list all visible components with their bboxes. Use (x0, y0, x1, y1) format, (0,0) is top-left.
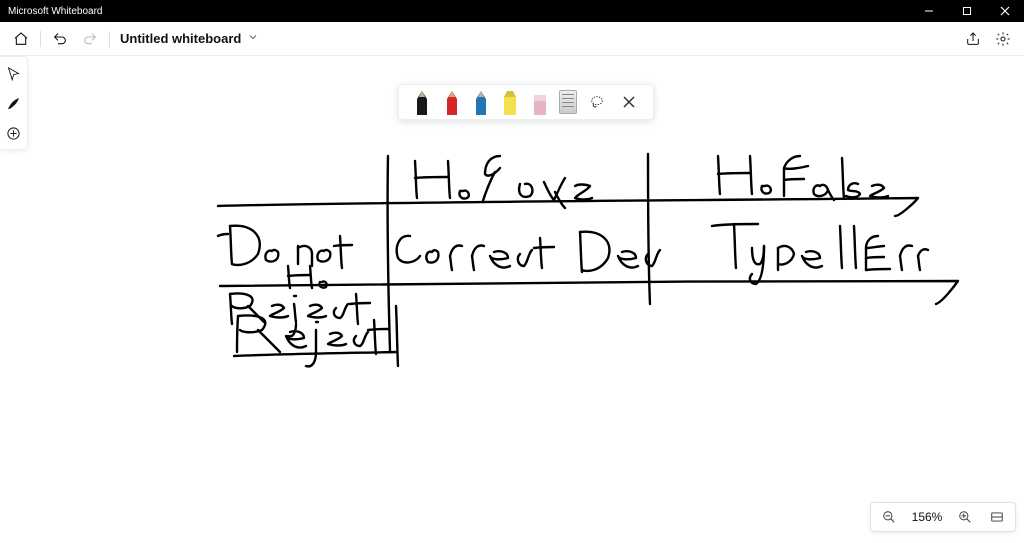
home-button[interactable] (6, 24, 36, 54)
ruler-tool[interactable] (559, 90, 577, 114)
whiteboard-canvas[interactable] (0, 56, 1024, 538)
board-title-dropdown[interactable]: Untitled whiteboard (114, 31, 265, 46)
separator (40, 31, 41, 47)
window-titlebar: Microsoft Whiteboard (0, 0, 1024, 22)
separator (109, 31, 110, 47)
pen-toolbar[interactable] (398, 84, 654, 120)
header-bar: Untitled whiteboard (0, 22, 1024, 56)
ink-layer (0, 56, 1024, 538)
settings-button[interactable] (988, 24, 1018, 54)
lasso-select[interactable] (586, 91, 608, 113)
highlighter-yellow[interactable] (500, 89, 520, 115)
pen-red[interactable] (442, 89, 462, 115)
redo-button[interactable] (75, 24, 105, 54)
zoom-control: 156% (870, 502, 1016, 532)
zoom-level-label: 156% (909, 510, 945, 524)
zoom-in-button[interactable] (953, 505, 977, 529)
eraser[interactable] (530, 89, 550, 115)
app-title: Microsoft Whiteboard (8, 6, 102, 17)
minimize-button[interactable] (910, 0, 948, 22)
fit-screen-button[interactable] (985, 505, 1009, 529)
maximize-button[interactable] (948, 0, 986, 22)
share-button[interactable] (958, 24, 988, 54)
close-window-button[interactable] (986, 0, 1024, 22)
close-toolbar-button[interactable] (618, 91, 640, 113)
chevron-down-icon (247, 31, 259, 46)
pen-blue[interactable] (471, 89, 491, 115)
undo-button[interactable] (45, 24, 75, 54)
board-title-text: Untitled whiteboard (120, 31, 241, 46)
pen-black[interactable] (412, 89, 432, 115)
zoom-out-button[interactable] (877, 505, 901, 529)
